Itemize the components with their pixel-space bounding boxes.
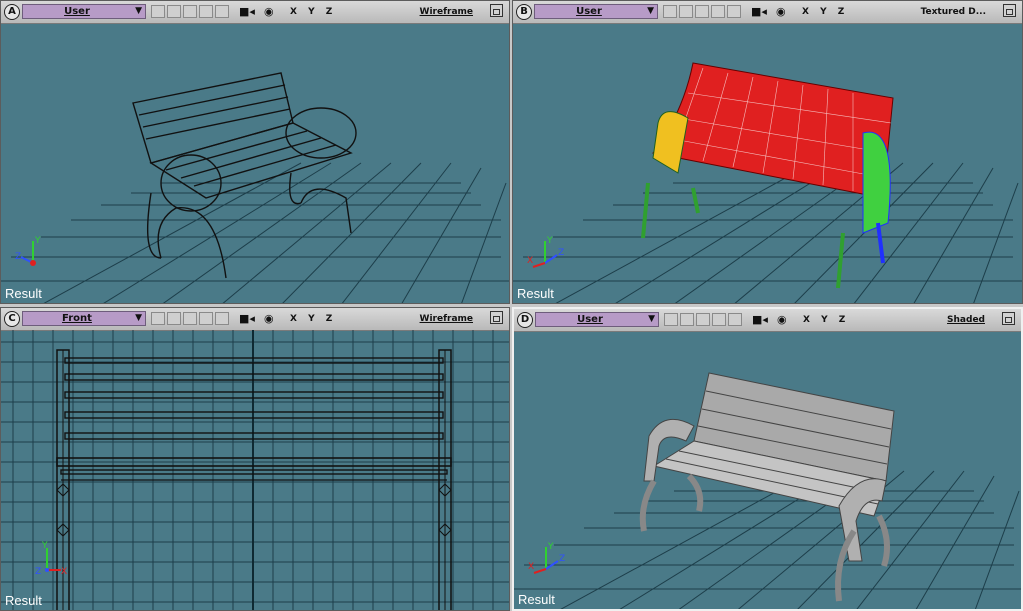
viewport-b-letter: B [516,4,532,20]
viewport-c-slot-4[interactable] [199,312,213,325]
viewport-d-toolbar: D User ▼ ■◂ ◉ X Y Z Shaded [514,309,1021,332]
viewport-b-slot-2[interactable] [679,5,693,18]
bench-textured [641,62,894,289]
viewport-c-slot-5[interactable] [215,312,229,325]
viewport-a-slot-4[interactable] [199,5,213,18]
viewport-b-slot-3[interactable] [695,5,709,18]
viewport-a[interactable]: A User ▼ ■◂ ◉ X Y Z Wireframe Y Z Result [0,0,510,304]
viewport-c-axes-toggle[interactable]: X Y Z [290,312,336,326]
viewport-a-result-label: Result [5,286,42,301]
viewport-c-scene [1,330,509,610]
viewport-a-letter: A [4,4,20,20]
viewport-d-result-label: Result [518,592,555,607]
viewport-d-axes-toggle[interactable]: X Y Z [803,313,849,327]
viewport-c-axis-gizmo: Y X Z [35,541,67,577]
viewport-a-scene [1,72,509,303]
chevron-down-icon: ▼ [648,314,655,324]
viewport-a-toolbar: A User ▼ ■◂ ◉ X Y Z Wireframe [1,1,509,24]
viewport-a-slot-2[interactable] [167,5,181,18]
camera-icon[interactable]: ■◂ [239,312,255,326]
viewport-a-slot-3[interactable] [183,5,197,18]
camera-icon[interactable]: ■◂ [752,313,768,327]
gizmo-z-label: Z [558,248,564,258]
viewport-a-grid [1,162,509,303]
gizmo-y-label: Y [546,236,553,246]
gizmo-z-label: Z [15,252,21,262]
viewport-b-axes-toggle[interactable]: X Y Z [802,5,848,19]
gizmo-z-label: Z [559,554,565,564]
viewport-d-slot-2[interactable] [680,313,694,326]
viewport-a-slot-1[interactable] [151,5,165,18]
camera-icon[interactable]: ■◂ [239,5,255,19]
viewport-b-mode[interactable]: Textured D... [921,5,986,19]
maximize-icon[interactable] [490,311,503,324]
viewport-b-slot-5[interactable] [727,5,741,18]
viewport-a-camera-label: User [64,6,90,17]
viewport-a-camera-selector[interactable]: User ▼ [22,4,146,19]
viewport-b[interactable]: B User ▼ ■◂ ◉ X Y Z Textured D... Y Z X … [512,0,1023,304]
viewport-c-camera-selector[interactable]: Front ▼ [22,311,146,326]
viewport-b-slot-4[interactable] [711,5,725,18]
viewport-a-mode[interactable]: Wireframe [420,5,473,19]
eye-icon[interactable]: ◉ [264,5,274,19]
chevron-down-icon: ▼ [647,6,654,16]
viewport-a-slot-5[interactable] [215,5,229,18]
viewport-a-axis-gizmo: Y Z [15,236,41,266]
viewport-b-grid [513,162,1022,303]
viewport-b-camera-selector[interactable]: User ▼ [534,4,658,19]
gizmo-x-label: X [527,256,533,266]
viewport-c-slot-1[interactable] [151,312,165,325]
viewport-c-slot-2[interactable] [167,312,181,325]
maximize-icon[interactable] [490,4,503,17]
gizmo-x-label: X [528,562,534,572]
viewport-b-scene [513,62,1022,303]
viewport-c-letter: C [4,311,20,327]
maximize-icon[interactable] [1002,312,1015,325]
viewport-d-slot-3[interactable] [696,313,710,326]
viewport-c-toolbar: C Front ▼ ■◂ ◉ X Y Z Wireframe [1,308,509,331]
gizmo-y-label: Y [34,236,41,246]
viewport-d-scene [514,372,1021,609]
viewport-d-mode[interactable]: Shaded [947,313,985,327]
viewport-c-result-label: Result [5,593,42,608]
bench-shaded [639,372,895,602]
viewport-c-slot-3[interactable] [183,312,197,325]
viewport-d-slot-1[interactable] [664,313,678,326]
viewport-d-slot-5[interactable] [728,313,742,326]
chevron-down-icon: ▼ [135,6,142,16]
eye-icon[interactable]: ◉ [776,5,786,19]
viewport-b-toolbar: B User ▼ ■◂ ◉ X Y Z Textured D... [513,1,1022,24]
viewport-d-camera-label: User [577,314,603,325]
gizmo-z-label: Z [35,567,41,577]
viewport-c[interactable]: C Front ▼ ■◂ ◉ X Y Z Wireframe Y X Z Res… [0,307,510,611]
viewport-b-axis-gizmo: Y Z X [527,236,564,268]
viewport-d[interactable]: D User ▼ ■◂ ◉ X Y Z Shaded Y Z X Result [512,307,1023,611]
maximize-icon[interactable] [1003,4,1016,17]
viewport-d-axis-gizmo: Y Z X [528,542,565,574]
gizmo-x-label: X [61,567,67,577]
viewport-b-slot-1[interactable] [663,5,677,18]
gizmo-y-label: Y [547,542,554,552]
viewport-a-axes-toggle[interactable]: X Y Z [290,5,336,19]
eye-icon[interactable]: ◉ [264,312,274,326]
viewport-d-letter: D [517,312,533,328]
camera-icon[interactable]: ■◂ [751,5,767,19]
chevron-down-icon: ▼ [135,313,142,323]
viewport-d-slot-4[interactable] [712,313,726,326]
eye-icon[interactable]: ◉ [777,313,787,327]
viewport-d-camera-selector[interactable]: User ▼ [535,312,659,327]
viewport-c-mode[interactable]: Wireframe [420,312,473,326]
viewport-c-camera-label: Front [62,313,92,324]
viewport-b-result-label: Result [517,286,554,301]
bench-wireframe [132,72,357,279]
viewport-b-camera-label: User [576,6,602,17]
gizmo-y-label: Y [41,541,48,551]
